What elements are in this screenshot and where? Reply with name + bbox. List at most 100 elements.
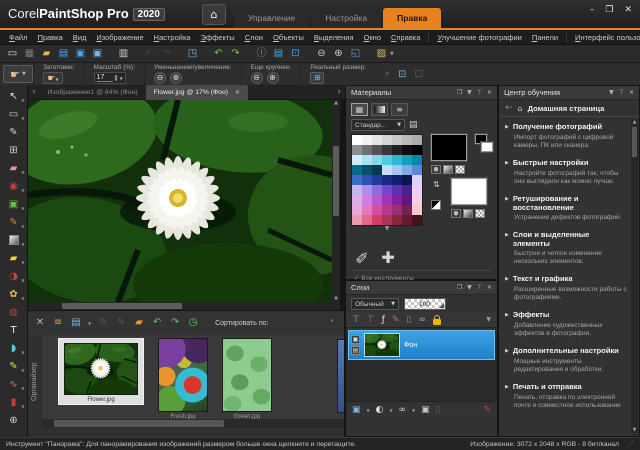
color-swatch-7[interactable] (412, 135, 422, 145)
swatch-book-icon[interactable]: ▤ (409, 120, 418, 130)
color-swatch-40[interactable] (392, 185, 402, 195)
color-swatch-9[interactable] (362, 145, 372, 155)
new-file-icon[interactable]: ▭ (6, 47, 19, 60)
learning-section-3[interactable]: ▶Ретуширование и восстановлениеУстранени… (505, 194, 628, 222)
warp-brush-tool[interactable]: ∿▼ (2, 375, 26, 393)
organizer-tab[interactable]: Органайзер (28, 335, 42, 428)
pin-panel-icon[interactable]: ⊤ (619, 89, 624, 96)
flyout-arrow-icon[interactable]: ▼ (21, 206, 24, 211)
undo-history-icon[interactable]: ↶ (212, 47, 225, 60)
color-swatch-26[interactable] (392, 165, 402, 175)
color-swatch-49[interactable] (412, 195, 422, 205)
scale-slider-icon[interactable]: ▼ (120, 76, 123, 81)
thumbnail-partial[interactable] (337, 339, 344, 413)
edit-image-icon[interactable]: ✎ (483, 405, 491, 415)
rotate-left-icon[interactable]: ↶ (151, 317, 163, 329)
color-swatch-50[interactable] (352, 205, 362, 215)
menu-item-11[interactable]: Справка (386, 33, 425, 42)
clear-icon[interactable]: ✕ (384, 70, 390, 78)
menu-item-10[interactable]: Окно (359, 33, 386, 42)
brush-dim1-icon[interactable]: ✎ (97, 317, 109, 329)
scroll-down-icon[interactable]: ▼ (631, 427, 638, 433)
panel-menu-icon[interactable]: ▼ (467, 284, 472, 291)
lock-icon[interactable] (433, 319, 441, 325)
flyout-arrow-icon[interactable]: ▼ (21, 404, 24, 409)
close-panel-icon[interactable]: ✕ (629, 89, 634, 96)
color-swatch-45[interactable] (372, 195, 382, 205)
learning-section-8[interactable]: ▶Печать и отправкаПечать, отправка по эл… (505, 382, 628, 410)
color-swatch-36[interactable] (352, 185, 362, 195)
color-swatch-18[interactable] (382, 155, 392, 165)
airbrush-tool[interactable]: ◍ (2, 303, 26, 321)
pick-tool[interactable]: ↖▼ (2, 87, 26, 105)
float-panel-icon[interactable]: ❐ (457, 284, 462, 291)
redo-history-icon[interactable]: ↷ (229, 47, 242, 60)
gradient-tab-icon[interactable] (371, 103, 388, 116)
flyout-arrow-icon[interactable]: ▼ (21, 368, 24, 373)
blend-mode-dropdown[interactable]: Обычный▼ (351, 298, 399, 310)
color-swatch-33[interactable] (392, 175, 402, 185)
red-eye-tool[interactable]: ◉▼ (2, 177, 26, 195)
color-swatch-20[interactable] (402, 155, 412, 165)
color-swatch-44[interactable] (362, 195, 372, 205)
more-swatches-icon[interactable]: ▼ (351, 226, 423, 232)
color-swatch-6[interactable] (402, 135, 412, 145)
zoom-less-icon[interactable]: ⊖ (251, 72, 263, 84)
organizer-scroll-thumb[interactable] (54, 420, 224, 427)
info-mode-icon[interactable]: ≡ (52, 317, 64, 329)
color-swatch-59[interactable] (372, 215, 382, 225)
color-swatch-60[interactable] (382, 215, 392, 225)
color-swatch-56[interactable] (412, 205, 422, 215)
eraser-tool[interactable]: ▰▼ (2, 159, 26, 177)
color-swatch-12[interactable] (392, 145, 402, 155)
foreground-color-chip[interactable] (431, 134, 467, 161)
workspace-tab-3[interactable]: Правка (383, 8, 441, 28)
document-tab-2[interactable]: Flower.jpg @ 17% (Фон)✕ (146, 85, 248, 100)
color-swatch-11[interactable] (382, 145, 392, 155)
color-swatch-52[interactable] (372, 205, 382, 215)
color-swatch-35[interactable] (412, 175, 422, 185)
scroll-up-icon[interactable]: ▲ (332, 100, 340, 106)
color-swatch-2[interactable] (362, 135, 372, 145)
color-swatch-53[interactable] (382, 205, 392, 215)
layer-row[interactable]: ▣▤ Фон (348, 330, 495, 360)
layer-visibility-icon[interactable]: ▣ (351, 335, 360, 344)
dropper-sample-icon[interactable]: ✎ (353, 251, 372, 264)
palette-preset-dropdown[interactable]: Стандар...▼ (351, 119, 405, 131)
learning-center-scrollbar[interactable]: ▲ ▼ (631, 119, 638, 433)
histogram-icon[interactable]: ▤ (272, 47, 285, 60)
lc-scroll-thumb[interactable] (632, 127, 637, 157)
fg-pattern-style-icon[interactable] (455, 165, 465, 174)
flyout-arrow-icon[interactable]: ▼ (21, 350, 24, 355)
close-panel-icon[interactable]: ✕ (487, 284, 492, 291)
menu-item-12[interactable]: Улучшение фотографии (428, 33, 526, 42)
rotate-right-icon[interactable]: ↷ (169, 317, 181, 329)
color-swatch-30[interactable] (362, 175, 372, 185)
palettes-icon[interactable]: ▨ (375, 47, 388, 60)
menu-item-14[interactable]: Интерфейс пользователя (566, 33, 640, 42)
background-swatch[interactable] (481, 142, 493, 152)
panel-menu-icon[interactable]: ▼ (609, 89, 614, 96)
zoom-out-step-icon[interactable]: ⊖ (154, 72, 166, 84)
new-adjustment-layer-icon[interactable]: ◐ (376, 405, 384, 415)
flyout-arrow-icon[interactable]: ▼ (21, 278, 24, 283)
browse-icon[interactable]: ▦ (23, 47, 36, 60)
color-swatch-38[interactable] (372, 185, 382, 195)
color-swatch-43[interactable] (352, 195, 362, 205)
color-swatch-4[interactable] (382, 135, 392, 145)
organizer-thumbnail-2[interactable]: Fresh.jpg (158, 338, 208, 420)
capture-time-icon[interactable]: ◷ (187, 317, 199, 329)
edit-selection-icon[interactable]: ✎ (392, 315, 400, 325)
fg-color-style-icon[interactable] (431, 165, 441, 174)
flyout-arrow-icon[interactable]: ▼ (21, 98, 24, 103)
color-swatch-13[interactable] (402, 145, 412, 155)
dropdown-icon[interactable]: ▼ (88, 321, 91, 326)
presets-dropdown[interactable]: ☛▼ (43, 72, 63, 84)
zoom-in-step-icon[interactable]: ⊕ (170, 72, 182, 84)
color-swatch-37[interactable] (362, 185, 372, 195)
color-swatch-54[interactable] (392, 205, 402, 215)
save-tray-icon[interactable]: ▰ (133, 317, 145, 329)
color-swatch-24[interactable] (372, 165, 382, 175)
close-organizer-icon[interactable]: ✕ (34, 317, 46, 329)
color-swatch-48[interactable] (402, 195, 412, 205)
